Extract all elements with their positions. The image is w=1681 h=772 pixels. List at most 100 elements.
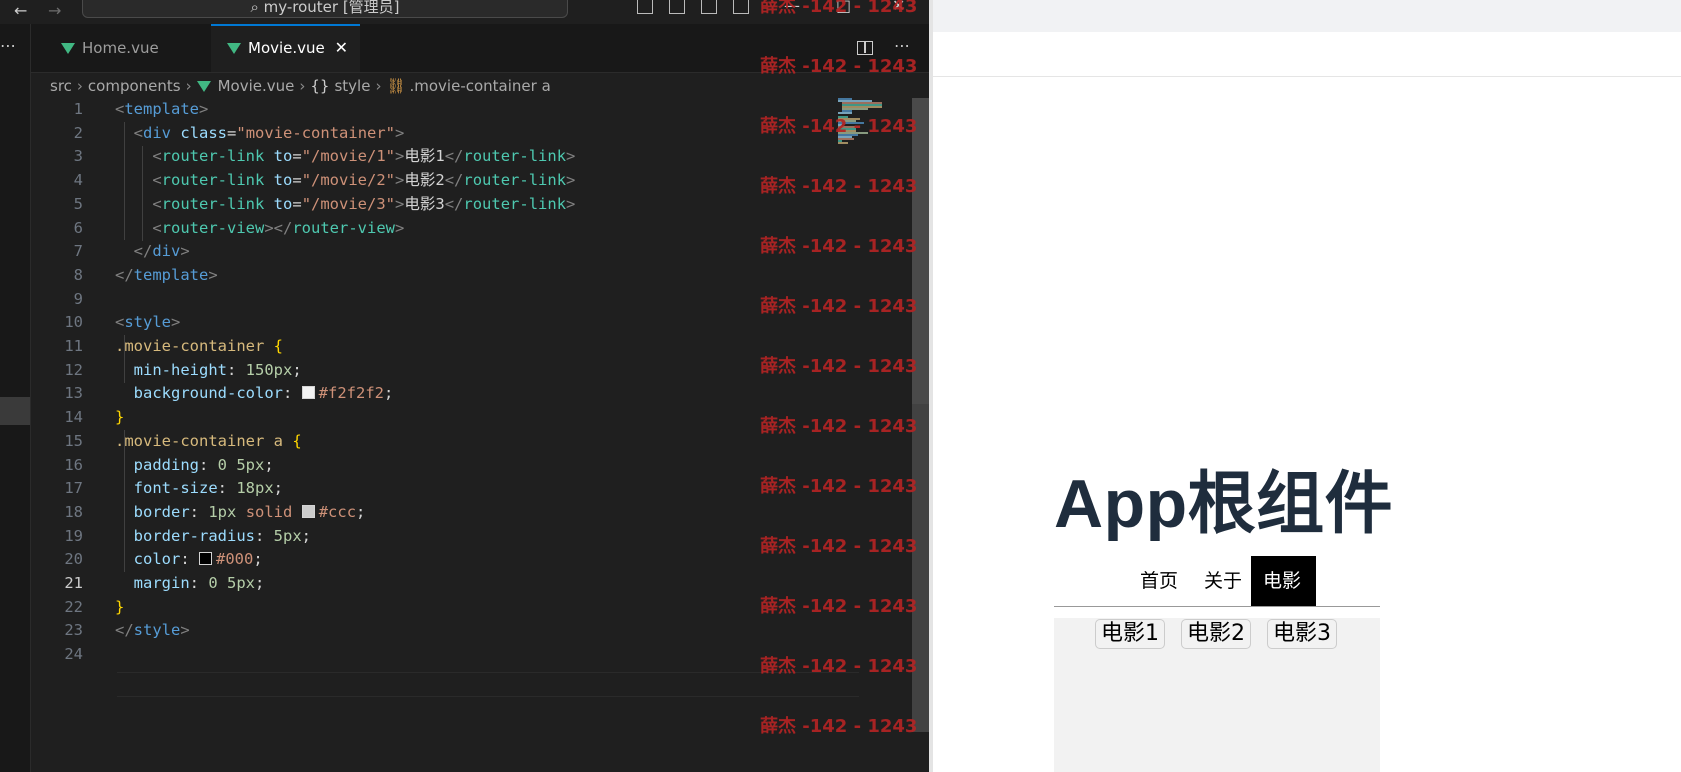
code-token: router-link: [161, 171, 265, 190]
line-number: 15: [64, 431, 83, 450]
breadcrumb-item-components[interactable]: components: [88, 77, 181, 95]
code-token: ;: [255, 574, 265, 592]
tab-label: Home.vue: [82, 39, 159, 57]
code-token: template: [133, 265, 209, 284]
code-token: >: [208, 265, 218, 284]
main-nav: 首页 关于 电影: [1054, 556, 1380, 607]
code-token: {: [292, 431, 302, 450]
toggle-sidebar-icon[interactable]: [637, 0, 653, 14]
code-token: router-view: [161, 218, 265, 237]
tab-label: Movie.vue: [248, 39, 325, 57]
movie-link-3[interactable]: 电影3: [1267, 619, 1337, 649]
activity-selected-item[interactable]: [0, 397, 30, 425]
code-token: </: [115, 621, 134, 640]
code-token: router-link: [463, 171, 567, 190]
code-token: >: [171, 313, 181, 332]
color-swatch-icon[interactable]: [301, 386, 315, 400]
code-token: to: [273, 147, 293, 166]
toggle-secondary-sidebar-icon[interactable]: [701, 0, 717, 14]
breadcrumb-item-src[interactable]: src: [50, 77, 72, 95]
movie-link-2[interactable]: 电影2: [1181, 619, 1251, 649]
arrow-right-icon[interactable]: →: [48, 1, 61, 20]
code-token: min-height: [133, 360, 227, 379]
line-number: 2: [73, 123, 83, 142]
breadcrumb-item-file[interactable]: Movie.vue: [218, 77, 295, 95]
code-token: "/movie/2": [301, 171, 396, 190]
breadcrumb-item-selector[interactable]: .movie-container a: [410, 77, 551, 95]
code-token: </: [444, 147, 464, 166]
color-swatch-icon[interactable]: [199, 552, 213, 566]
nav-link-movie[interactable]: 电影: [1251, 556, 1316, 606]
code-token: router-link: [463, 194, 567, 213]
more-actions-icon[interactable]: ⋯: [0, 36, 16, 55]
line-number: 17: [64, 479, 83, 498]
code-token: </: [444, 194, 464, 213]
watermark-text: 薛杰 -142 - 1243: [760, 176, 918, 197]
watermark-text: 薛杰 -142 - 1243: [760, 476, 918, 497]
command-center[interactable]: ⌕ my-router [管理员]: [82, 0, 568, 18]
line-number: 12: [64, 360, 83, 379]
selector-icon: ⛓: [386, 77, 406, 95]
code-token: :: [189, 502, 209, 521]
line-number: 1: [73, 100, 83, 118]
code-token: padding: [133, 455, 199, 474]
tab-home-vue[interactable]: Home.vue: [45, 24, 211, 72]
line-content: <router-view></router-view>: [115, 217, 404, 241]
minimap-line: [838, 142, 848, 144]
code-token: ;: [356, 502, 366, 521]
line-number: 3: [73, 147, 83, 166]
line-content: </div>: [115, 240, 190, 264]
toggle-panel-icon[interactable]: [669, 0, 685, 14]
code-token: color: [133, 550, 181, 569]
nav-link-about[interactable]: 关于: [1192, 556, 1254, 606]
chevron-right-icon: ›: [76, 77, 83, 95]
code-token: =: [292, 194, 302, 213]
code-token: >: [395, 123, 405, 142]
code-token: router-link: [161, 147, 265, 166]
arrow-left-icon[interactable]: ←: [14, 1, 27, 20]
code-token: template: [124, 100, 199, 118]
code-token: >: [395, 194, 405, 213]
breadcrumb-item-style[interactable]: style: [334, 77, 370, 95]
line-content: margin: 0 5px;: [115, 572, 265, 596]
code-token: ;: [301, 526, 312, 545]
close-tab-icon[interactable]: ✕: [335, 26, 348, 70]
nav-link-home[interactable]: 首页: [1128, 556, 1190, 606]
code-token: "movie-container": [236, 123, 396, 142]
scrollbar-overview: [912, 404, 929, 732]
tab-movie-vue[interactable]: Movie.vue ✕: [211, 24, 360, 72]
watermark-text: 薛杰 -142 - 1243: [760, 356, 918, 377]
code-token: :: [217, 479, 237, 498]
code-token: router-view: [292, 218, 395, 237]
search-icon: ⌕: [250, 0, 259, 16]
line-content: padding: 0 5px;: [115, 454, 274, 478]
activity-bar: ⋯: [0, 24, 31, 772]
code-token: :: [189, 574, 209, 592]
customize-layout-icon[interactable]: [733, 0, 749, 14]
code-token: <: [152, 171, 162, 190]
watermark-text: 薛杰 -142 - 1243: [760, 596, 918, 617]
code-token: 1px: [208, 502, 237, 521]
code-token: margin: [133, 574, 190, 592]
line-number: 7: [73, 242, 83, 261]
movie-link-1[interactable]: 电影1: [1095, 619, 1165, 649]
current-line-highlight: [117, 672, 859, 697]
code-token: .movie-container: [115, 337, 265, 355]
code-token: ></: [264, 218, 293, 237]
code-token: div: [152, 242, 181, 261]
line-content: <router-link to="/movie/2">电影2</router-l…: [115, 169, 575, 193]
code-token: }: [115, 408, 125, 427]
code-token: 5px: [273, 526, 302, 545]
code-token: style: [124, 313, 172, 332]
color-swatch-icon[interactable]: [301, 504, 315, 518]
